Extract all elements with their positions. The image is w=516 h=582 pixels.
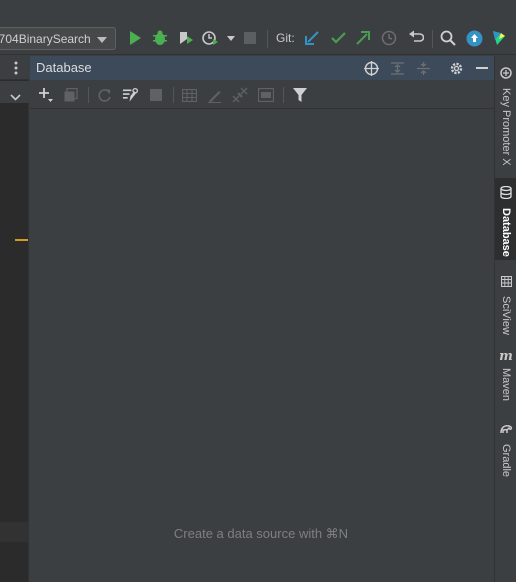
left-strip-selected-row [0,522,29,542]
history-icon[interactable] [380,29,398,47]
more-run-options-icon[interactable] [222,29,240,47]
chevron-down-icon [96,32,107,46]
left-editor-strip [0,56,29,582]
stop-icon[interactable] [241,29,259,47]
run-icon[interactable] [126,29,144,47]
jump-to-console-icon[interactable] [232,87,248,103]
filter-icon[interactable] [292,87,308,103]
empty-state-message: Create a data source with ⌘N [173,526,349,541]
gradle-icon [499,422,513,440]
upload-icon[interactable] [465,29,483,47]
tab-maven[interactable]: m Maven [495,346,516,412]
toolbar-separator [267,30,268,48]
tab-label: Gradle [500,444,512,478]
toolbar-separator [283,87,284,103]
tab-label: Database [500,208,512,257]
add-data-source-icon[interactable] [38,87,54,103]
database-panel-toolbar [30,81,494,109]
edit-icon[interactable] [206,87,222,103]
database-icon [500,185,512,204]
key-promoter-icon [500,66,512,84]
collapse-all-icon[interactable] [415,60,431,76]
expand-all-icon[interactable] [389,60,405,76]
kebab-menu-icon[interactable] [14,60,18,81]
table-editor-icon[interactable] [181,87,197,103]
sql-console-icon[interactable] [258,87,274,103]
rollback-icon[interactable] [407,29,425,47]
maven-icon: m [499,349,513,364]
debug-icon[interactable] [151,29,169,47]
profile-icon[interactable] [202,29,220,47]
tab-label: SciView [500,296,512,335]
refresh-icon[interactable] [96,87,112,103]
toolbox-app-icon[interactable] [490,29,508,47]
git-push-icon[interactable] [354,29,372,47]
toolbar-separator [88,87,89,103]
data-source-properties-icon[interactable] [122,87,138,103]
tab-key-promoter-x[interactable]: Key Promoter X [495,62,516,172]
tab-sciview[interactable]: SciView [495,268,516,338]
git-label: Git: [276,31,295,45]
current-line-marker [15,239,28,241]
target-icon[interactable] [363,60,379,76]
tab-database[interactable]: Database [495,178,516,260]
duplicate-icon[interactable] [63,87,79,103]
minimize-icon[interactable] [474,60,490,76]
sciview-icon [500,274,512,292]
stop-icon[interactable] [148,87,164,103]
database-panel-title: Database [36,60,92,75]
tab-gradle[interactable]: Gradle [495,418,516,480]
chevron-down-icon[interactable] [10,88,21,106]
tab-label: Key Promoter X [500,88,512,166]
right-tool-window-bar: Key Promoter X Database SciView m Maven … [494,56,516,582]
gear-icon[interactable] [448,60,464,76]
run-configuration-selector[interactable]: q704BinarySearch [0,27,116,50]
left-strip-header [0,56,29,80]
git-update-icon[interactable] [303,29,321,47]
toolbar-separator [432,30,433,48]
toolbar-separator [173,87,174,103]
tab-label: Maven [500,368,512,402]
main-toolbar: q704BinarySearch Git: [0,0,516,55]
run-with-coverage-icon[interactable] [177,29,195,47]
run-configuration-label: q704BinarySearch [0,31,91,46]
database-tree-area[interactable]: Create a data source with ⌘N [30,110,494,582]
search-icon[interactable] [439,29,457,47]
git-commit-icon[interactable] [329,29,347,47]
left-strip-subheader [0,81,29,103]
database-panel-header: Database [30,56,494,80]
